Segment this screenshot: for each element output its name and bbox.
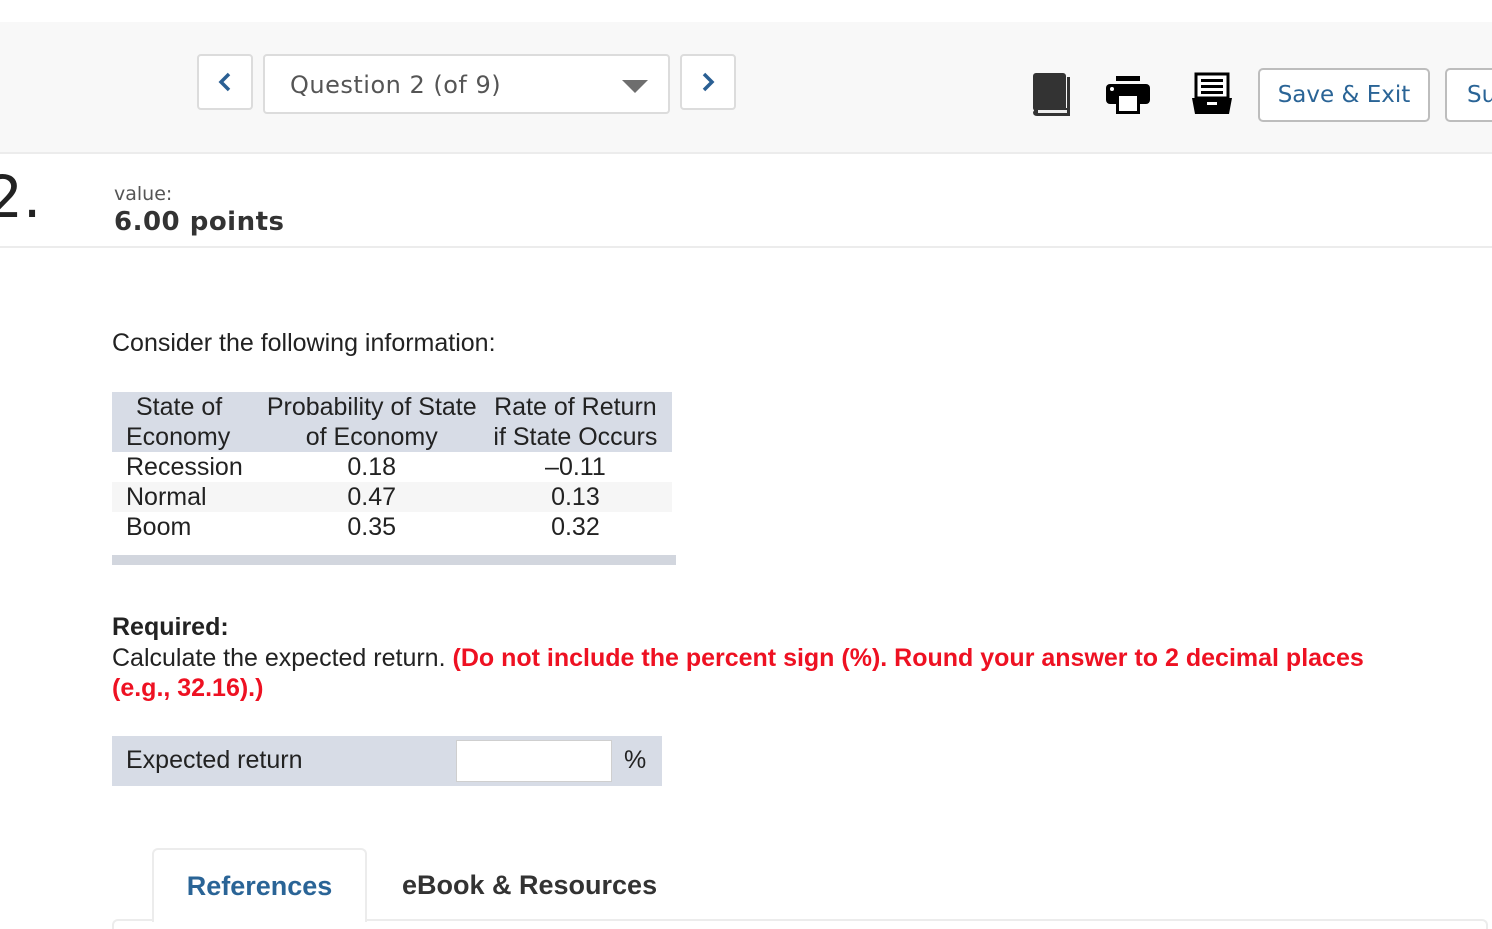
economy-states-table: State of Economy Probability of State of… — [112, 392, 672, 542]
card-file-icon — [1192, 72, 1232, 114]
answer-label: Expected return — [126, 746, 303, 774]
header-line: Rate of Return — [494, 393, 657, 421]
previous-question-button[interactable] — [197, 54, 253, 110]
cell-probability: 0.35 — [347, 513, 397, 541]
cell-state: Boom — [126, 513, 192, 541]
cell-state: Recession — [126, 453, 243, 481]
required-text: Calculate the expected return. — [112, 644, 446, 672]
next-question-button[interactable] — [680, 54, 736, 110]
question-intro: Consider the following information: — [112, 329, 496, 357]
header-line: Economy — [126, 423, 231, 451]
question-selector-label: Question 2 (of 9) — [290, 71, 502, 99]
cell-return: 0.32 — [551, 513, 600, 541]
cell-state: Normal — [112, 482, 265, 512]
save-exit-button[interactable]: Save & Exit — [1258, 68, 1430, 122]
table-row: Recession 0.18 –0.11 — [112, 452, 672, 482]
question-points: 6.00 points — [114, 207, 285, 237]
header-line: if State Occurs — [493, 423, 658, 451]
value-label: value: — [114, 183, 173, 205]
tab-ebook-resources[interactable]: eBook & Resources — [402, 848, 657, 922]
submit-button[interactable]: Su — [1445, 68, 1492, 122]
column-header-state: State of Economy — [112, 392, 265, 452]
ebook-button[interactable] — [1032, 72, 1072, 123]
header-line: of Economy — [305, 423, 438, 451]
header-line: Probability of State — [266, 393, 477, 421]
cell-return: 0.13 — [478, 482, 672, 512]
question-selector-dropdown[interactable]: Question 2 (of 9) — [263, 54, 670, 114]
column-header-return: Rate of Return if State Occurs — [478, 392, 672, 452]
required-heading: Required: — [112, 613, 229, 641]
percent-unit: % — [624, 746, 647, 774]
column-header-probability: Probability of State of Economy — [264, 392, 479, 452]
chevron-left-icon — [218, 72, 231, 92]
header-line: State of — [136, 393, 223, 421]
resources-button[interactable] — [1192, 72, 1232, 121]
table-footer-bar — [112, 555, 676, 565]
expected-return-input[interactable] — [456, 740, 612, 782]
table-row: Normal 0.47 0.13 — [112, 482, 672, 512]
book-icon — [1033, 73, 1070, 116]
caret-down-icon — [622, 80, 648, 93]
table-header-row: State of Economy Probability of State of… — [112, 392, 672, 452]
required-instructions: Calculate the expected return. (Do not i… — [112, 643, 1372, 703]
printer-icon — [1106, 76, 1150, 114]
question-number: 2. — [0, 163, 42, 231]
print-button[interactable] — [1106, 76, 1150, 119]
chevron-right-icon — [702, 72, 715, 92]
tab-references[interactable]: References — [152, 848, 367, 922]
answer-row: Expected return % — [112, 736, 662, 786]
cell-probability: 0.18 — [347, 453, 397, 481]
cell-probability: 0.47 — [264, 482, 479, 512]
divider — [0, 246, 1492, 248]
cell-return: –0.11 — [545, 453, 606, 481]
question-navigation-bar: Question 2 (of 9) Save & Exit S — [0, 22, 1492, 154]
table-row: Boom 0.35 0.32 — [112, 512, 672, 542]
